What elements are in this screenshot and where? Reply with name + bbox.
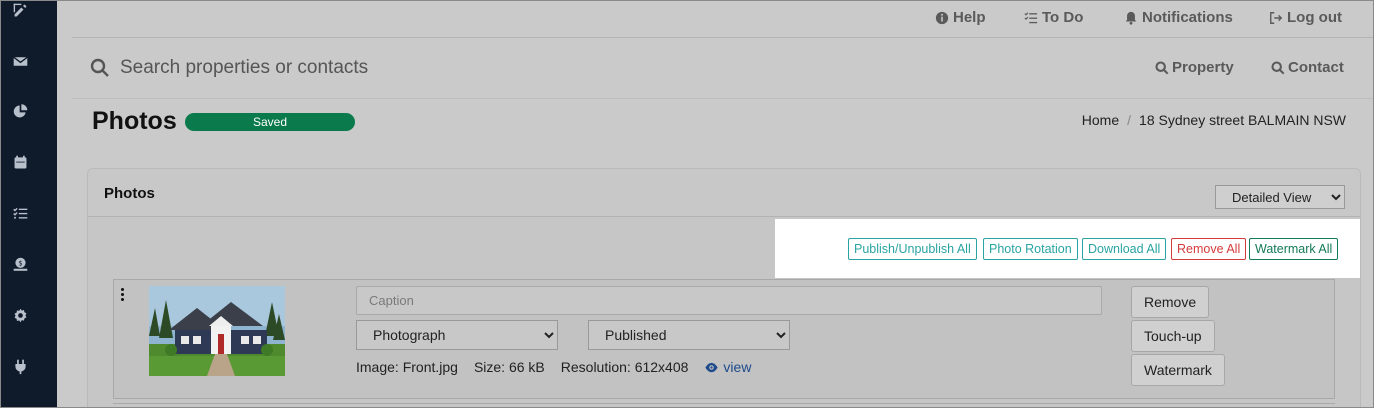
property-label: Property — [1172, 59, 1234, 76]
breadcrumb-separator: / — [1127, 112, 1132, 128]
logout-label: Log out — [1287, 9, 1342, 26]
contact-label: Contact — [1288, 59, 1344, 76]
contact-search-link[interactable]: Contact — [1271, 59, 1344, 76]
search-icon — [90, 58, 110, 83]
bell-icon — [1125, 11, 1137, 25]
watermark-button[interactable]: Watermark — [1131, 354, 1225, 386]
image-filename: Image: Front.jpg — [356, 359, 458, 375]
notifications-label: Notifications — [1142, 9, 1233, 26]
view-label: view — [723, 359, 752, 375]
photo-rotation-button[interactable]: Photo Rotation — [983, 238, 1078, 260]
view-photo-link[interactable]: view — [704, 359, 751, 375]
watermark-all-button[interactable]: Watermark All — [1249, 238, 1339, 260]
checklist-icon[interactable] — [10, 203, 30, 223]
edit-icon[interactable] — [10, 0, 30, 20]
eye-icon — [705, 362, 719, 372]
view-mode-select[interactable]: Detailed View — [1215, 185, 1345, 209]
todo-link[interactable]: To Do — [1024, 9, 1083, 26]
remove-button[interactable]: Remove — [1131, 286, 1210, 318]
next-photo-row — [113, 403, 1335, 408]
photo-thumbnail[interactable] — [149, 286, 285, 376]
calendar-icon[interactable] — [10, 152, 30, 172]
property-search-link[interactable]: Property — [1155, 59, 1234, 76]
plug-icon[interactable] — [10, 356, 30, 376]
money-icon[interactable]: $ — [10, 254, 30, 274]
download-all-button[interactable]: Download All — [1082, 238, 1167, 260]
touch-up-button[interactable]: Touch-up — [1131, 320, 1215, 352]
gear-icon[interactable] — [10, 305, 30, 325]
remove-all-button[interactable]: Remove All — [1171, 238, 1247, 260]
page-title: Photos — [92, 107, 177, 135]
image-resolution: Resolution: 612x408 — [560, 359, 689, 375]
breadcrumb: Home / 18 Sydney street BALMAIN NSW — [1082, 112, 1346, 128]
bulk-actions-panel: Publish/Unpublish All Photo Rotation Dow… — [775, 219, 1360, 278]
search-icon — [1155, 60, 1169, 74]
logout-link[interactable]: Log out — [1269, 9, 1342, 26]
photo-row: Photograph Published Image: Front.jpg Si… — [113, 279, 1335, 399]
breadcrumb-home[interactable]: Home — [1082, 112, 1119, 128]
photo-info: Image: Front.jpg Size: 66 kB Resolution:… — [356, 359, 751, 375]
search-bar: Property Contact — [72, 38, 1373, 99]
status-badge: Saved — [185, 113, 355, 131]
mail-icon[interactable] — [10, 51, 30, 71]
publish-unpublish-all-button[interactable]: Publish/Unpublish All — [848, 238, 977, 260]
checklist-icon — [1024, 11, 1038, 23]
publish-status-select[interactable]: Published — [588, 320, 790, 350]
notifications-link[interactable]: Notifications — [1124, 9, 1233, 26]
search-input[interactable] — [120, 52, 820, 84]
svg-text:$: $ — [18, 259, 22, 267]
search-icon — [1271, 60, 1285, 74]
logout-icon — [1270, 11, 1283, 24]
todo-label: To Do — [1042, 9, 1084, 26]
photo-type-select[interactable]: Photograph — [356, 320, 558, 350]
pie-chart-icon[interactable] — [10, 101, 30, 121]
info-icon — [935, 11, 949, 24]
card-title: Photos — [104, 185, 155, 202]
top-bar: Help To Do Notifications Log out — [72, 0, 1373, 38]
photos-card: Photos Detailed View Publish/Unpublish A… — [87, 168, 1361, 408]
help-label: Help — [953, 9, 986, 26]
caption-input[interactable] — [356, 286, 1102, 315]
breadcrumb-property: 18 Sydney street BALMAIN NSW — [1139, 112, 1346, 128]
card-header: Photos Detailed View — [88, 169, 1360, 217]
main-area: Help To Do Notifications Log out Propert… — [57, 0, 1373, 408]
help-link[interactable]: Help — [935, 9, 986, 26]
image-size: Size: 66 kB — [473, 359, 545, 375]
kebab-menu-icon[interactable] — [118, 288, 126, 304]
sidebar: $ — [0, 0, 57, 408]
